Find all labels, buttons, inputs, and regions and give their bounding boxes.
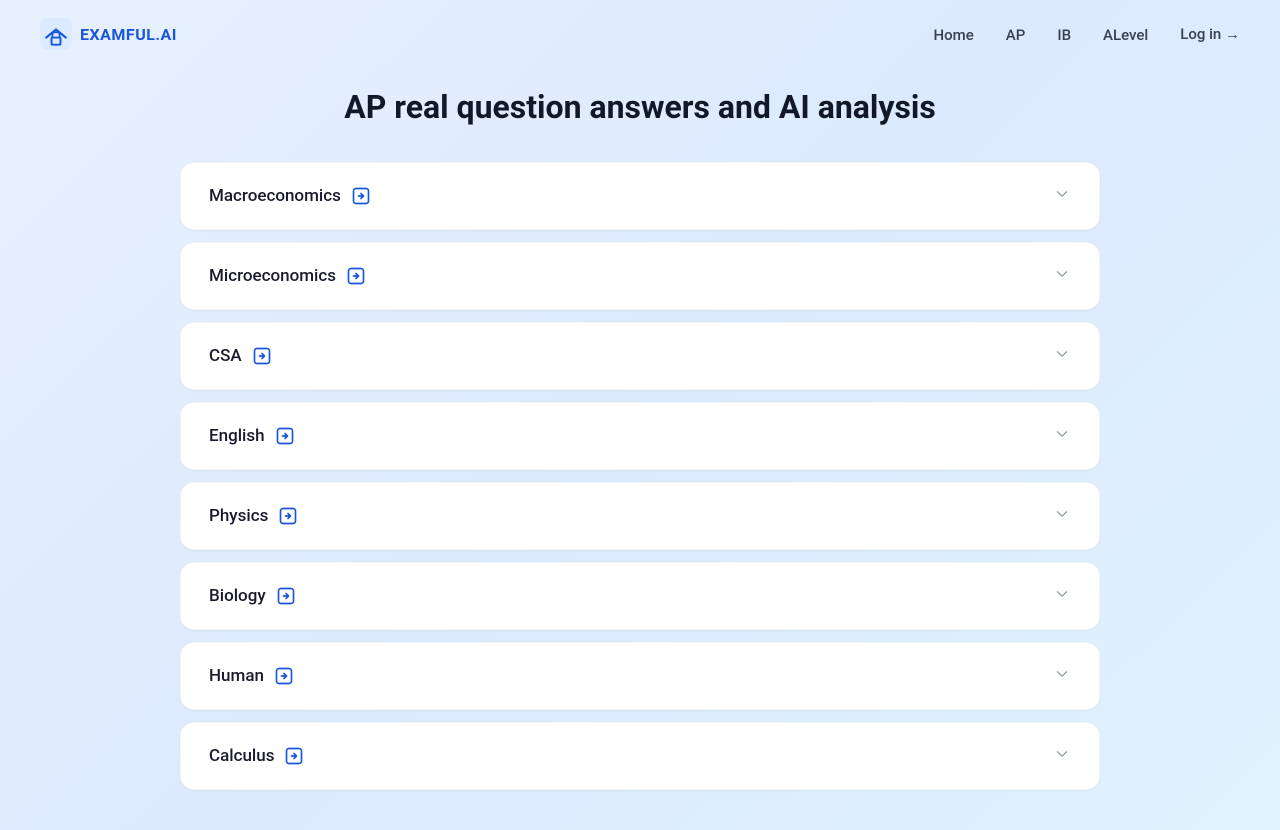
logo-icon [40, 18, 72, 50]
accordion-list: Macroeconomics Microeconomics [180, 162, 1100, 790]
accordion-label-csa: CSA [209, 346, 242, 366]
link-icon-microeconomics [346, 266, 366, 286]
accordion-item-calculus[interactable]: Calculus [180, 722, 1100, 790]
chevron-icon-human [1053, 665, 1071, 687]
nav-links: Home AP IB ALevel Log in → [934, 25, 1240, 44]
logo-text: EXAMFUL.AI [80, 25, 177, 44]
chevron-icon-microeconomics [1053, 265, 1071, 287]
accordion-label-english: English [209, 426, 265, 446]
accordion-left: Microeconomics [209, 266, 366, 286]
link-icon-english [275, 426, 295, 446]
link-icon-human [274, 666, 294, 686]
accordion-label-human: Human [209, 666, 264, 686]
accordion-left: Macroeconomics [209, 186, 371, 206]
chevron-icon-calculus [1053, 745, 1071, 767]
accordion-item-microeconomics[interactable]: Microeconomics [180, 242, 1100, 310]
accordion-label-physics: Physics [209, 506, 268, 526]
accordion-left: English [209, 426, 295, 446]
accordion-left: Calculus [209, 746, 304, 766]
link-icon-macroeconomics [351, 186, 371, 206]
link-icon-calculus [284, 746, 304, 766]
link-icon-physics [278, 506, 298, 526]
nav-home[interactable]: Home [934, 26, 974, 44]
accordion-item-english[interactable]: English [180, 402, 1100, 470]
link-icon-csa [252, 346, 272, 366]
accordion-item-biology[interactable]: Biology [180, 562, 1100, 630]
link-icon-biology [276, 586, 296, 606]
chevron-icon-english [1053, 425, 1071, 447]
accordion-label-macroeconomics: Macroeconomics [209, 186, 341, 206]
accordion-item-macroeconomics[interactable]: Macroeconomics [180, 162, 1100, 230]
accordion-item-csa[interactable]: CSA [180, 322, 1100, 390]
accordion-label-calculus: Calculus [209, 746, 274, 766]
logo-link[interactable]: EXAMFUL.AI [40, 18, 177, 50]
accordion-left: Human [209, 666, 294, 686]
nav-login[interactable]: Log in → [1180, 25, 1240, 43]
nav-alevel[interactable]: ALevel [1103, 26, 1148, 44]
chevron-icon-macroeconomics [1053, 185, 1071, 207]
nav-ap[interactable]: AP [1006, 26, 1026, 44]
accordion-left: Biology [209, 586, 296, 606]
main-content: AP real question answers and AI analysis… [160, 68, 1120, 830]
page-title: AP real question answers and AI analysis [180, 88, 1100, 126]
accordion-left: CSA [209, 346, 272, 366]
accordion-item-physics[interactable]: Physics [180, 482, 1100, 550]
accordion-label-microeconomics: Microeconomics [209, 266, 336, 286]
accordion-left: Physics [209, 506, 298, 526]
accordion-label-biology: Biology [209, 586, 266, 606]
nav-ib[interactable]: IB [1057, 26, 1071, 44]
accordion-item-human[interactable]: Human [180, 642, 1100, 710]
navbar: EXAMFUL.AI Home AP IB ALevel Log in → [0, 0, 1280, 68]
chevron-icon-biology [1053, 585, 1071, 607]
chevron-icon-csa [1053, 345, 1071, 367]
chevron-icon-physics [1053, 505, 1071, 527]
